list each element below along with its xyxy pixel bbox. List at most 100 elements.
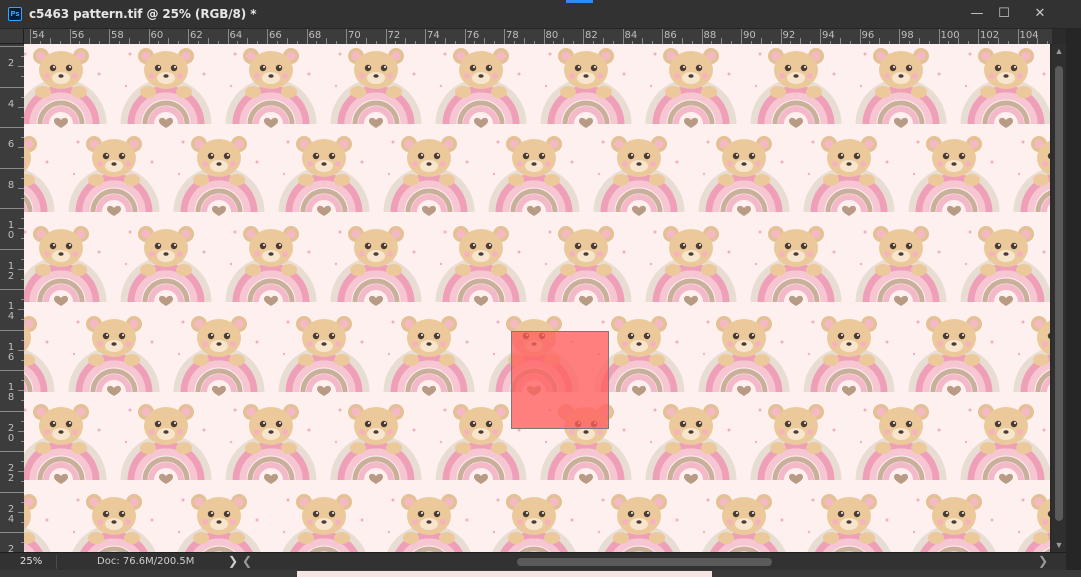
ruler-top-label: 88 — [703, 30, 717, 41]
ruler-top-label: 64 — [229, 30, 243, 41]
ruler-top-major-tick — [859, 29, 861, 44]
bear-motif-tile — [229, 226, 313, 306]
ruler-left-major-tick — [0, 491, 24, 493]
bear-motif-tile — [807, 494, 891, 552]
bear-motif-tile — [72, 316, 156, 396]
right-panel-edge — [1066, 29, 1081, 577]
ruler-top-major-tick — [780, 29, 782, 44]
bear-motif-tile — [229, 48, 313, 128]
bear-motif-tile — [334, 404, 418, 484]
ruler-top-major-tick — [425, 29, 426, 44]
ruler-top-major-tick — [188, 29, 189, 44]
scroll-up-arrow-icon[interactable]: ▲ — [1052, 44, 1066, 58]
bear-motif-tile — [1017, 494, 1050, 552]
ruler-top-major-tick — [385, 29, 387, 44]
bear-motif-tile — [439, 48, 523, 128]
bear-motif-tile — [964, 226, 1048, 306]
ruler-top-major-tick — [938, 29, 940, 44]
ruler-top-major-tick — [464, 29, 466, 44]
ruler-left-label: 22 — [7, 463, 15, 484]
ruler-left-label: 6 — [7, 139, 15, 150]
ruler-left-label: 10 — [7, 220, 15, 241]
scroll-left-arrow-icon[interactable]: ❮ — [242, 554, 252, 568]
ruler-top-major-tick — [109, 29, 110, 44]
bear-motif-tile — [859, 48, 943, 128]
bear-motif-tile — [282, 136, 366, 216]
status-bar: 25% Doc: 76.6M/200.5M ❯ ❮ ❯ — [0, 552, 1066, 571]
maximize-button[interactable]: ☐ — [990, 4, 1018, 24]
horizontal-ruler[interactable]: 54 56 58 60 62 64 66 68 70 72 74 76 78 80 82 84 86 88 90 92… — [24, 29, 1052, 45]
bear-motif-tile — [649, 48, 733, 128]
ruler-top-label: 70 — [348, 30, 361, 41]
ruler-left-label: 20 — [7, 422, 15, 444]
bear-motif-tile — [72, 494, 156, 552]
ruler-top-major-tick — [504, 29, 505, 44]
bear-motif-tile — [124, 48, 208, 128]
bear-motif-tile — [229, 404, 313, 484]
ruler-top-label: 66 — [269, 30, 282, 41]
ruler-left-major-tick — [0, 370, 24, 371]
bear-motif-tile — [177, 136, 261, 216]
ruler-left-major-tick — [0, 289, 24, 290]
ruler-top-major-tick — [227, 29, 229, 44]
status-divider — [56, 555, 57, 569]
bear-motif-tile — [492, 136, 576, 216]
bear-motif-tile — [754, 226, 838, 306]
ruler-top-major-tick — [820, 29, 821, 44]
ruler-left-major-tick — [0, 208, 24, 209]
bear-motif-tile — [597, 136, 681, 216]
selection-overlay[interactable] — [511, 331, 609, 429]
ruler-left-major-tick — [0, 127, 24, 128]
bear-motif-tile — [124, 404, 208, 484]
ruler-left-label: 26 — [7, 544, 15, 553]
ruler-top-label: 76 — [466, 30, 480, 41]
bear-motif-tile — [24, 226, 103, 306]
bear-motif-tile — [387, 316, 471, 396]
bear-motif-tile — [754, 404, 838, 484]
bear-motif-tile — [282, 494, 366, 552]
ruler-top-major-tick — [583, 29, 584, 44]
bear-motif-tile — [649, 404, 733, 484]
bear-motif-tile — [492, 494, 576, 552]
bear-motif-tile — [282, 316, 366, 396]
horizontal-scroll-thumb[interactable] — [517, 558, 772, 566]
bear-motif-tile — [912, 494, 996, 552]
ruler-top-label: 100 — [940, 30, 960, 41]
ruler-top-major-tick — [701, 29, 703, 44]
vertical-scroll-thumb[interactable] — [1055, 66, 1063, 521]
ruler-origin-corner[interactable] — [0, 29, 24, 44]
horizontal-scrollbar[interactable]: ❮ ❯ — [240, 553, 1050, 571]
close-button[interactable]: ✕ — [1026, 4, 1054, 24]
ruler-top-label: 54 — [32, 30, 45, 41]
vertical-ruler[interactable]: 2468101214161820222426 — [0, 44, 25, 552]
ruler-left-major-tick — [0, 248, 24, 250]
bear-motif-tile — [702, 136, 786, 216]
zoom-level-field[interactable]: 25% — [20, 556, 42, 567]
ruler-left-label: 18 — [7, 382, 15, 403]
vertical-scrollbar[interactable]: ▲ ▼ — [1052, 44, 1066, 552]
ruler-left-label: 14 — [7, 301, 15, 322]
bear-motif-tile — [24, 404, 103, 484]
document-canvas[interactable] — [24, 44, 1050, 552]
lower-window-edge — [0, 570, 1081, 577]
ruler-top-label: 82 — [585, 30, 598, 41]
ruler-top-major-tick — [1017, 29, 1019, 44]
scroll-down-arrow-icon[interactable]: ▼ — [1052, 538, 1066, 552]
bear-motif-tile — [702, 316, 786, 396]
bear-motif-tile — [859, 404, 943, 484]
ruler-top-major-tick — [306, 29, 308, 44]
ruler-left-label: 16 — [7, 341, 15, 363]
scroll-right-arrow-icon[interactable]: ❯ — [1038, 554, 1048, 568]
bear-motif-tile — [439, 226, 523, 306]
status-menu-chevron-icon[interactable]: ❯ — [228, 554, 238, 568]
ruler-left-major-tick — [0, 167, 24, 169]
ruler-top-label: 56 — [71, 30, 85, 41]
bear-motif-tile — [964, 404, 1048, 484]
ruler-top-label: 102 — [980, 30, 1000, 41]
bear-motif-tile — [24, 136, 51, 216]
ruler-top-major-tick — [148, 29, 150, 44]
minimize-button[interactable]: — — [963, 4, 991, 24]
bear-motif-tile — [387, 136, 471, 216]
ruler-left-major-tick — [0, 46, 24, 47]
ruler-left-major-tick — [0, 410, 24, 412]
